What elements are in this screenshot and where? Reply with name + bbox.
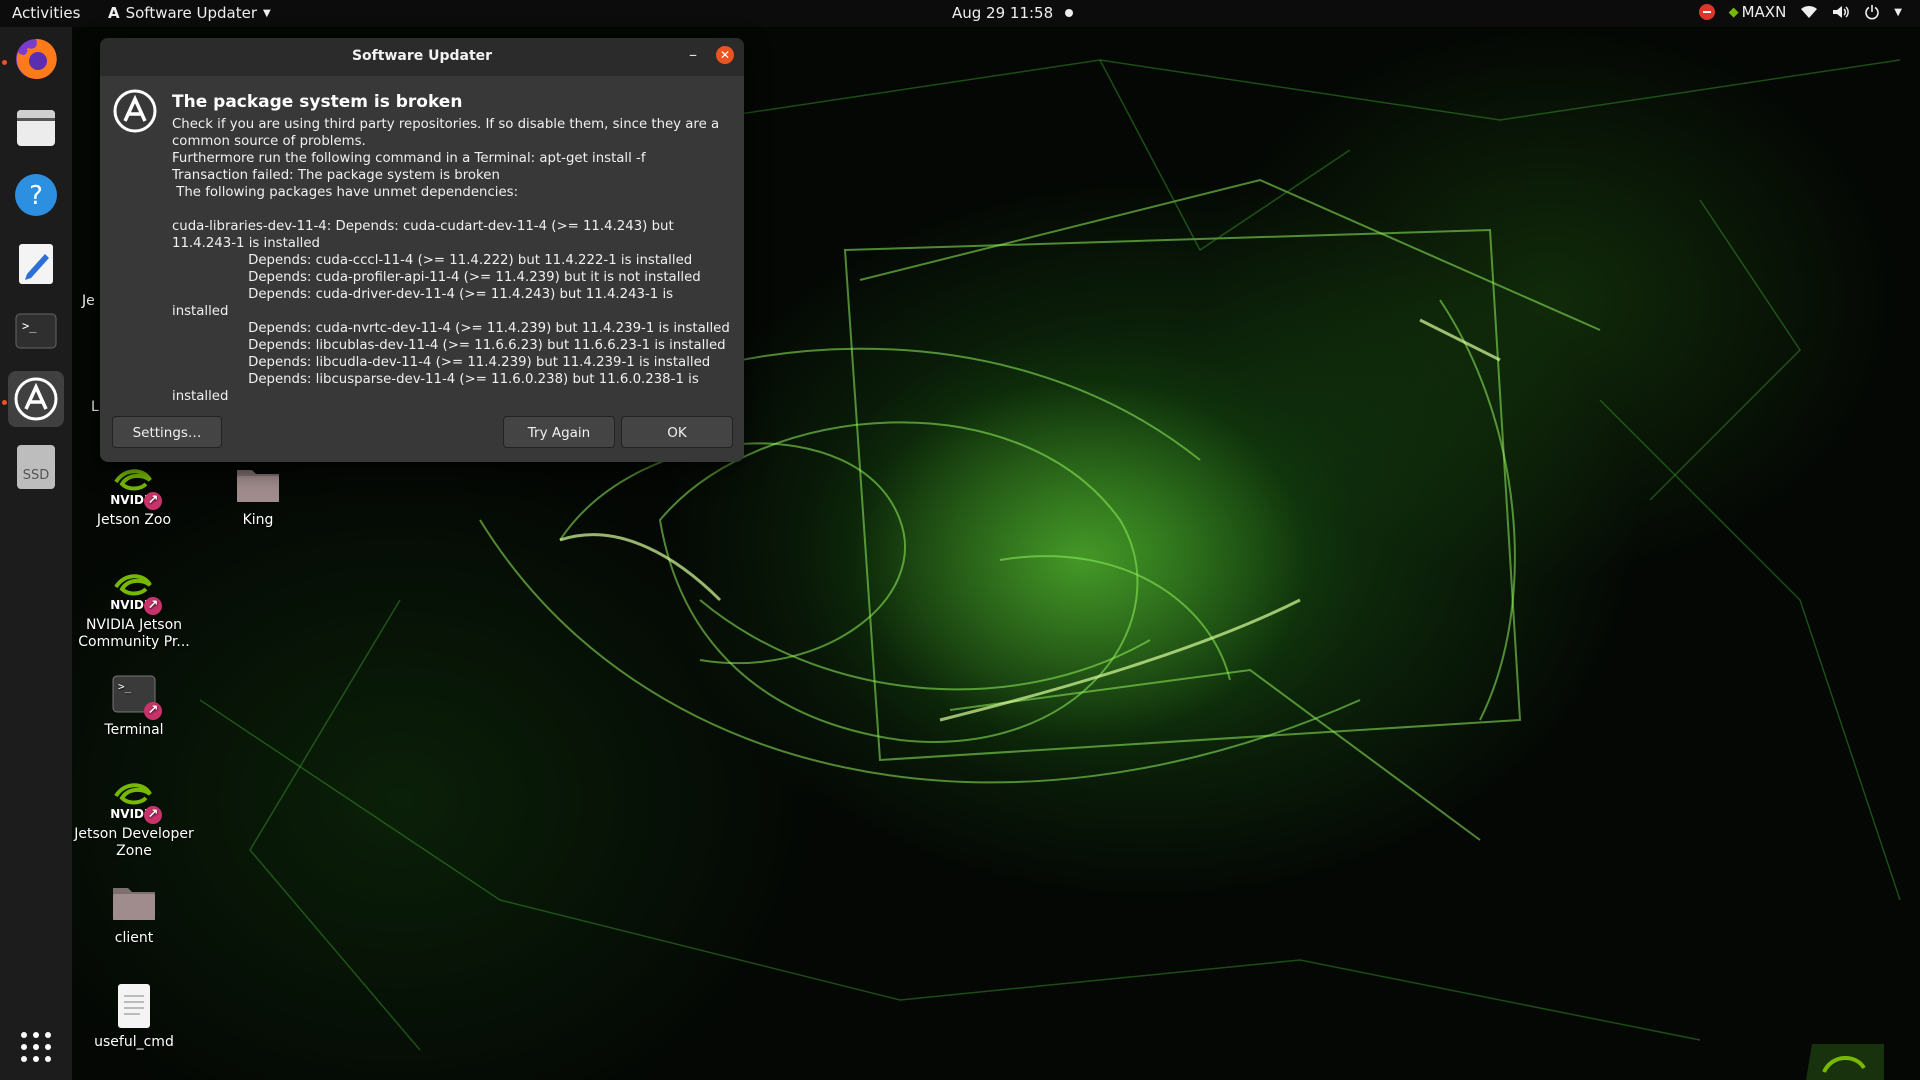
ok-button[interactable]: OK (621, 416, 733, 448)
dock-item-terminal[interactable]: >_ (8, 303, 64, 359)
desktop-icon-jetson-zoo[interactable]: NVIDIA ↗ Jetson Zoo (74, 460, 194, 529)
folder-icon (234, 460, 282, 508)
volume-icon (1833, 6, 1850, 18)
error-indicator-icon[interactable] (1698, 4, 1715, 20)
power-mode-indicator[interactable]: ◆ MAXN (1729, 3, 1787, 21)
dialog-titlebar[interactable]: Software Updater – ✕ (100, 38, 744, 76)
nvidia-logo-icon: NVIDIA ↗ (110, 774, 162, 824)
software-updater-icon (113, 89, 157, 133)
desktop-icon-useful-cmd[interactable]: useful_cmd (74, 982, 194, 1051)
dock-item-text-editor[interactable] (8, 235, 64, 291)
desktop-icon-king[interactable]: King (198, 460, 318, 529)
desktop-icon-label: Jetson Zoo (96, 512, 172, 528)
chevron-down-icon: ▼ (263, 7, 271, 19)
power-icon (1865, 5, 1880, 20)
desktop-icon-label: useful_cmd (94, 1034, 174, 1050)
desktop-icon-terminal[interactable]: >_ ↗ Terminal (74, 670, 194, 739)
chevron-down-icon: ▼ (1894, 6, 1902, 18)
drive-icon: SSD (17, 445, 55, 489)
svg-text:>_: >_ (118, 680, 132, 693)
nvidia-watermark-icon (1806, 1044, 1884, 1080)
dialog-title: Software Updater (351, 48, 493, 64)
settings-button[interactable]: Settings… (112, 416, 222, 448)
help-icon: ? (15, 174, 57, 216)
shortcut-arrow-icon: ↗ (144, 806, 162, 824)
activities-button[interactable]: Activities (12, 4, 80, 22)
top-bar: Activities A Software Updater ▼ Aug 29 1… (0, 0, 1920, 27)
terminal-icon: >_ (15, 313, 57, 349)
text-file-icon (110, 982, 158, 1030)
try-again-button[interactable]: Try Again (503, 416, 615, 448)
desktop-icon-label: NVIDIA Jetson Community Pr... (78, 617, 190, 650)
desktop-icon-label: King (242, 512, 274, 528)
nvidia-logo-icon: NVIDIA ↗ (110, 565, 162, 615)
desktop-icon-label: Terminal (104, 722, 164, 738)
show-applications-button[interactable] (18, 1029, 54, 1065)
software-updater-icon: A (108, 4, 120, 22)
dialog-message: Check if you are using third party repos… (172, 117, 730, 404)
desktop-icon-label: Jetson Developer Zone (74, 826, 194, 859)
dock-item-firefox[interactable] (8, 31, 64, 87)
svg-text:?: ? (29, 181, 43, 211)
close-button[interactable]: ✕ (716, 46, 734, 64)
dialog-heading: The package system is broken (172, 92, 463, 112)
dock-item-ssd[interactable]: SSD (8, 439, 64, 495)
dock: ? >_ SSD (0, 27, 72, 1080)
dock-item-software-updater[interactable] (8, 371, 64, 427)
notification-dot-icon (1065, 9, 1074, 17)
nvidia-logo-icon: NVIDIA ↗ (110, 460, 162, 510)
terminal-icon: >_ ↗ (110, 670, 162, 720)
app-menu[interactable]: A Software Updater ▼ (108, 4, 271, 22)
ssd-label: SSD (22, 468, 50, 483)
software-updater-dialog: Software Updater – ✕ The package system … (100, 38, 744, 462)
clock-label: Aug 29 11:58 (952, 4, 1054, 22)
system-tray[interactable]: ◆ MAXN ▼ (1698, 3, 1902, 21)
firefox-icon (16, 38, 57, 79)
clock[interactable]: Aug 29 11:58 (952, 4, 1074, 22)
close-icon: ✕ (719, 48, 731, 62)
dock-item-files[interactable] (8, 99, 64, 155)
shortcut-arrow-icon: ↗ (144, 702, 162, 720)
dock-item-help[interactable]: ? (8, 167, 64, 223)
desktop-icon-partial-label: Je (82, 293, 95, 309)
folder-icon (110, 878, 158, 926)
desktop-icon-client[interactable]: client (74, 878, 194, 947)
running-indicator (2, 60, 7, 65)
desktop-icon-nvidia-community[interactable]: NVIDIA ↗ NVIDIA Jetson Community Pr... (74, 565, 194, 651)
grid-icon (21, 1032, 51, 1062)
nvidia-logo-icon: ◆ (1728, 4, 1739, 20)
shortcut-arrow-icon: ↗ (144, 492, 162, 510)
app-menu-label: Software Updater (125, 4, 257, 22)
running-indicator (2, 400, 7, 405)
files-icon (17, 110, 55, 146)
svg-text:>_: >_ (22, 319, 37, 333)
desktop-icon-label: client (114, 930, 154, 946)
wifi-icon (1801, 5, 1818, 18)
text-editor-icon (19, 244, 53, 284)
shortcut-arrow-icon: ↗ (144, 597, 162, 615)
power-mode-label: MAXN (1741, 3, 1787, 21)
minimize-button[interactable]: – (682, 46, 704, 68)
desktop-icon-jetson-developer-zone[interactable]: NVIDIA ↗ Jetson Developer Zone (74, 774, 194, 860)
software-updater-icon (14, 377, 58, 421)
